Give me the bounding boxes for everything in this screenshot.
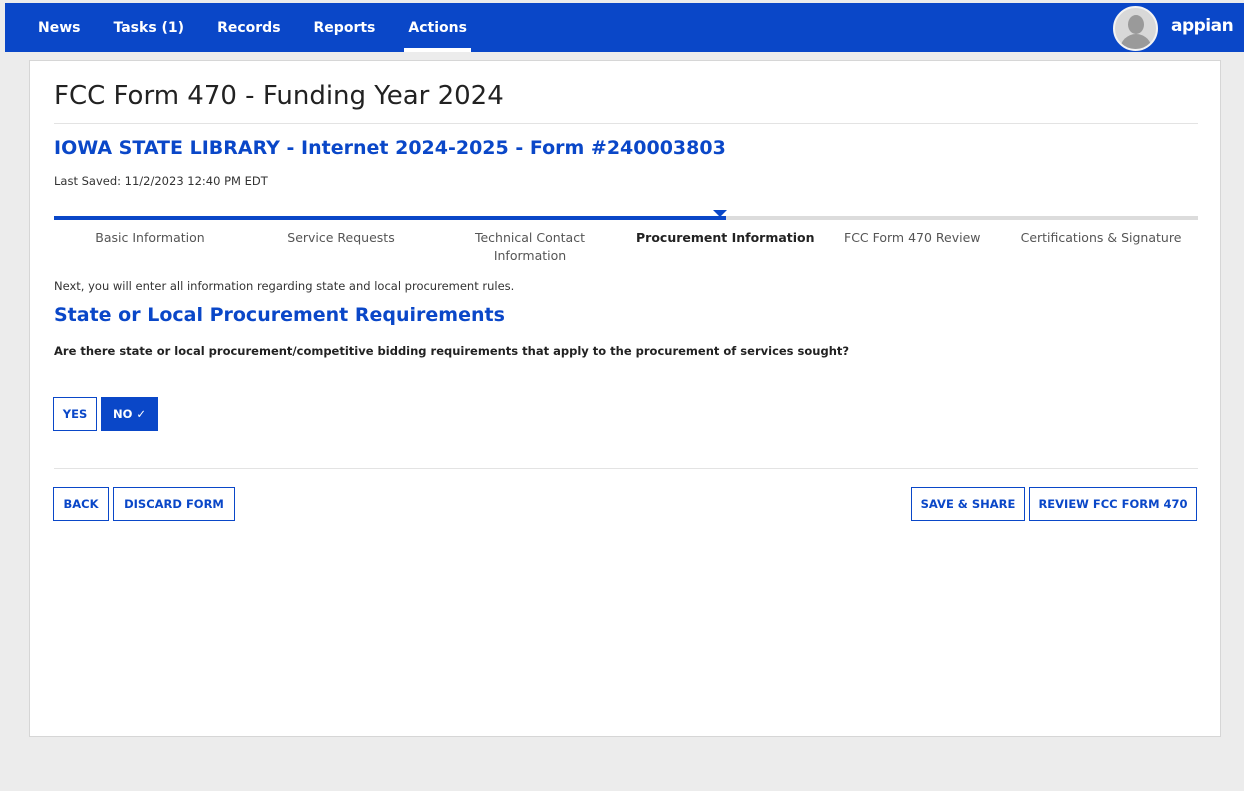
progress-track	[54, 216, 1198, 220]
main-nav: News Tasks (1) Records Reports Actions	[5, 3, 471, 52]
footer-divider	[54, 468, 1198, 469]
form-title: IOWA STATE LIBRARY - Internet 2024-2025 …	[54, 137, 726, 159]
avatar-body-shape	[1120, 34, 1152, 49]
yes-button[interactable]: YES	[53, 397, 97, 431]
nav-item-actions[interactable]: Actions	[404, 3, 471, 52]
discard-form-button[interactable]: DISCARD FORM	[113, 487, 235, 521]
page-title: FCC Form 470 - Funding Year 2024	[54, 81, 504, 111]
nav-item-news[interactable]: News	[38, 3, 80, 52]
section-heading: State or Local Procurement Requirements	[54, 304, 505, 326]
user-avatar[interactable]	[1113, 6, 1158, 51]
appian-logo: appian	[1171, 16, 1234, 36]
procurement-question: Are there state or local procurement/com…	[54, 344, 850, 358]
intro-text: Next, you will enter all information reg…	[54, 279, 515, 293]
title-divider	[54, 123, 1198, 124]
step-basic-information[interactable]: Basic Information	[94, 229, 206, 247]
back-button[interactable]: BACK	[53, 487, 109, 521]
step-fcc-form-470-review[interactable]: FCC Form 470 Review	[844, 229, 981, 247]
last-saved-timestamp: Last Saved: 11/2/2023 12:40 PM EDT	[54, 174, 268, 188]
step-label: Certifications & Signature	[1020, 230, 1182, 245]
nav-item-reports[interactable]: Reports	[314, 3, 376, 52]
nav-item-tasks[interactable]: Tasks (1)	[113, 3, 184, 52]
nav-item-records[interactable]: Records	[217, 3, 280, 52]
step-label: Basic Information	[95, 230, 205, 245]
no-button[interactable]: NO ✓	[101, 397, 158, 431]
step-label: FCC Form 470 Review	[844, 230, 981, 245]
step-label: Service Requests	[287, 230, 395, 245]
avatar-head-shape	[1128, 15, 1144, 34]
progress-fill	[54, 216, 726, 220]
step-label-line2: Information	[493, 248, 567, 263]
step-technical-contact-information[interactable]: Technical Contact Information	[474, 229, 586, 265]
step-service-requests[interactable]: Service Requests	[286, 229, 396, 247]
step-certifications-signature[interactable]: Certifications & Signature	[1020, 229, 1182, 247]
progress-pointer-icon	[713, 210, 727, 217]
top-navigation-bar: News Tasks (1) Records Reports Actions a…	[5, 3, 1244, 52]
step-procurement-information[interactable]: Procurement Information	[636, 229, 815, 247]
save-share-button[interactable]: SAVE & SHARE	[911, 487, 1025, 521]
form-card: FCC Form 470 - Funding Year 2024 IOWA ST…	[29, 60, 1221, 737]
step-indicator: Basic Information Service Requests Techn…	[54, 229, 1214, 269]
step-label: Procurement Information	[636, 230, 815, 245]
step-label: Technical Contact	[474, 230, 585, 245]
review-form-button[interactable]: REVIEW FCC FORM 470	[1029, 487, 1197, 521]
